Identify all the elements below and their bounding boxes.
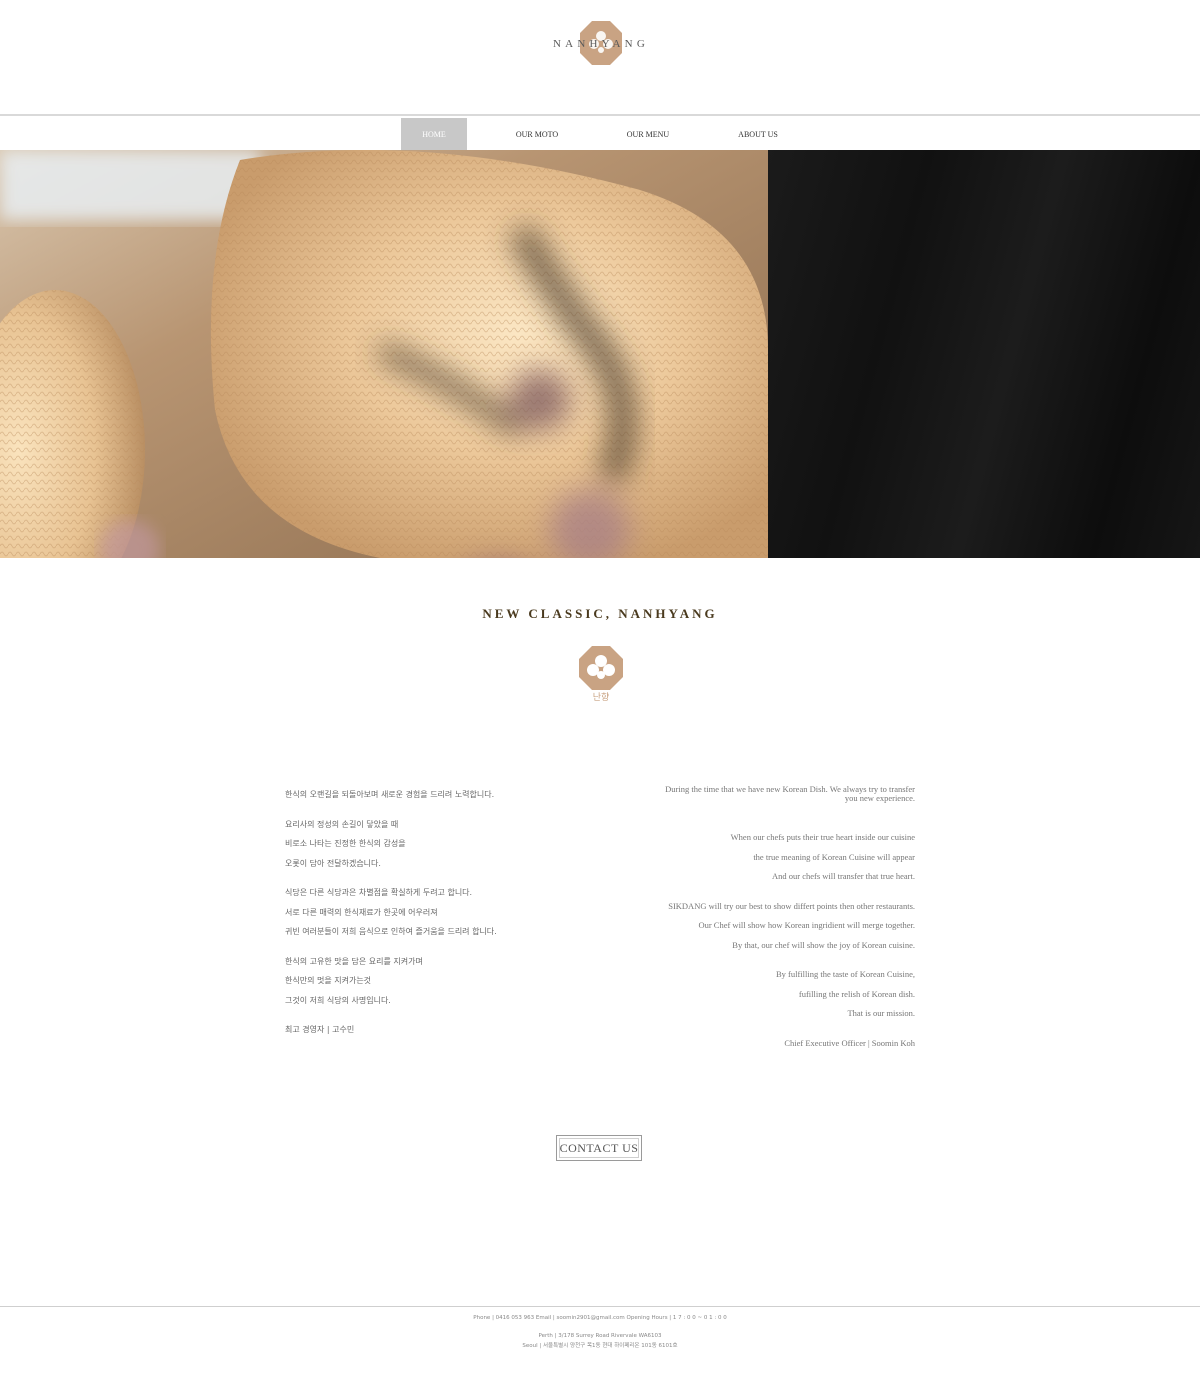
footer-divider xyxy=(0,1306,1200,1307)
en-line: And our chefs will transfer that true he… xyxy=(771,871,915,881)
ko-line: 요리사의 정성의 손길이 닿았을 때 xyxy=(285,819,399,829)
brand-name: NANHYANG xyxy=(553,38,649,50)
ko-line: 비로소 나타는 진정한 한식의 감성을 xyxy=(285,839,406,848)
ko-line: 한식만의 멋을 지켜가는것 xyxy=(285,976,372,985)
site-header: NANHYANG xyxy=(0,0,1200,114)
ko-line: 오롯이 담아 전달하겠습니다. xyxy=(285,858,381,868)
en-paragraph: When our chefs puts their true heart ins… xyxy=(615,828,915,887)
ko-signature: 최고 경영자 | 고수민 xyxy=(285,1020,585,1040)
en-line: During the time that we have new Korean … xyxy=(665,784,915,803)
hero-lantern-image xyxy=(0,150,768,558)
english-message: During the time that we have new Korean … xyxy=(615,785,915,1063)
ko-line: 한식의 고유한 맛을 담은 요리를 지켜가며 xyxy=(285,956,423,966)
ko-line: 최고 경영자 | 고수민 xyxy=(285,1025,355,1034)
en-line: By that, our chef will show the joy of K… xyxy=(732,939,915,950)
en-paragraph: By fulfilling the taste of Korean Cuisin… xyxy=(615,965,915,1024)
en-line: Our Chef will show how Korean ingridient… xyxy=(698,920,915,930)
ko-paragraph: 한식의 고유한 맛을 담은 요리를 지켜가며 한식만의 멋을 지켜가는것 그것이… xyxy=(285,952,585,1011)
section-title: NEW CLASSIC, NANHYANG xyxy=(482,606,718,621)
en-line: Chief Executive Officer | Soomin Koh xyxy=(784,1037,915,1048)
nav-about-us[interactable]: ABOUT US xyxy=(724,118,792,152)
site-footer: Phone | 0416 053 963 Email | soomin2901@… xyxy=(0,1313,1200,1351)
en-line: fufilling the relish of Korean dish. xyxy=(798,988,915,999)
brand-emblem: 난향 xyxy=(578,645,624,705)
contact-us-label: CONTACT US xyxy=(559,1140,639,1155)
korean-message: 한식의 오랜길을 되돌아보며 새로운 경험을 드리려 노력합니다. 요리사의 정… xyxy=(285,785,585,1050)
nav-our-moto[interactable]: OUR MOTO xyxy=(503,118,571,152)
nav-home[interactable]: HOME xyxy=(401,118,467,152)
en-line: When our chefs puts their true heart ins… xyxy=(730,832,915,842)
en-paragraph: SIKDANG will try our best to show differ… xyxy=(615,897,915,956)
ko-line: 그것이 저희 식당의 사명입니다. xyxy=(285,995,391,1005)
en-signature: Chief Executive Officer | Soomin Koh xyxy=(615,1034,915,1054)
nav-our-menu[interactable]: OUR MENU xyxy=(614,118,682,152)
ko-line: 서로 다른 매력의 한식재료가 한곳에 어우러져 xyxy=(285,907,438,917)
octagon-flower-icon: 난향 xyxy=(579,646,623,703)
hero-banner xyxy=(0,150,1200,558)
en-line: the true meaning of Korean Cuisine will … xyxy=(753,851,915,862)
footer-seoul-address: Seoul | 서울특별시 양천구 목1동 현대 하이페리온 101동 6101… xyxy=(522,1343,678,1349)
footer-contact-info: Phone | 0416 053 963 Email | soomin2901@… xyxy=(473,1315,727,1321)
footer-perth-address: Perth | 3/178 Surrey Road Rivervale WA61… xyxy=(538,1333,662,1339)
ko-paragraph: 한식의 오랜길을 되돌아보며 새로운 경험을 드리려 노력합니다. xyxy=(285,785,585,805)
site-logo[interactable]: NANHYANG xyxy=(546,20,656,68)
ko-paragraph: 식당은 다른 식당과은 차별점을 확실하게 두려고 합니다. 서로 다른 매력의… xyxy=(285,883,585,942)
ko-line: 한식의 오랜길을 되돌아보며 새로운 경험을 드리려 노력합니다. xyxy=(285,790,495,799)
ko-paragraph: 요리사의 정성의 손길이 닿았을 때 비로소 나타는 진정한 한식의 감성을 오… xyxy=(285,815,585,874)
contact-us-button[interactable]: CONTACT US xyxy=(556,1135,642,1161)
main-nav: HOME OUR MOTO OUR MENU ABOUT US xyxy=(0,114,1200,152)
ko-line: 귀빈 여러분들이 저희 음식으로 인하여 즐거움을 드리려 합니다. xyxy=(285,927,497,936)
ko-line: 식당은 다른 식당과은 차별점을 확실하게 두려고 합니다. xyxy=(285,888,473,897)
en-line: That is our mission. xyxy=(847,1008,915,1018)
en-paragraph: During the time that we have new Korean … xyxy=(615,785,915,803)
emblem-text: 난향 xyxy=(593,691,610,703)
en-line: SIKDANG will try our best to show differ… xyxy=(668,900,915,911)
hero-dark-panel xyxy=(768,150,1200,558)
en-line: By fulfilling the taste of Korean Cuisin… xyxy=(775,969,915,979)
